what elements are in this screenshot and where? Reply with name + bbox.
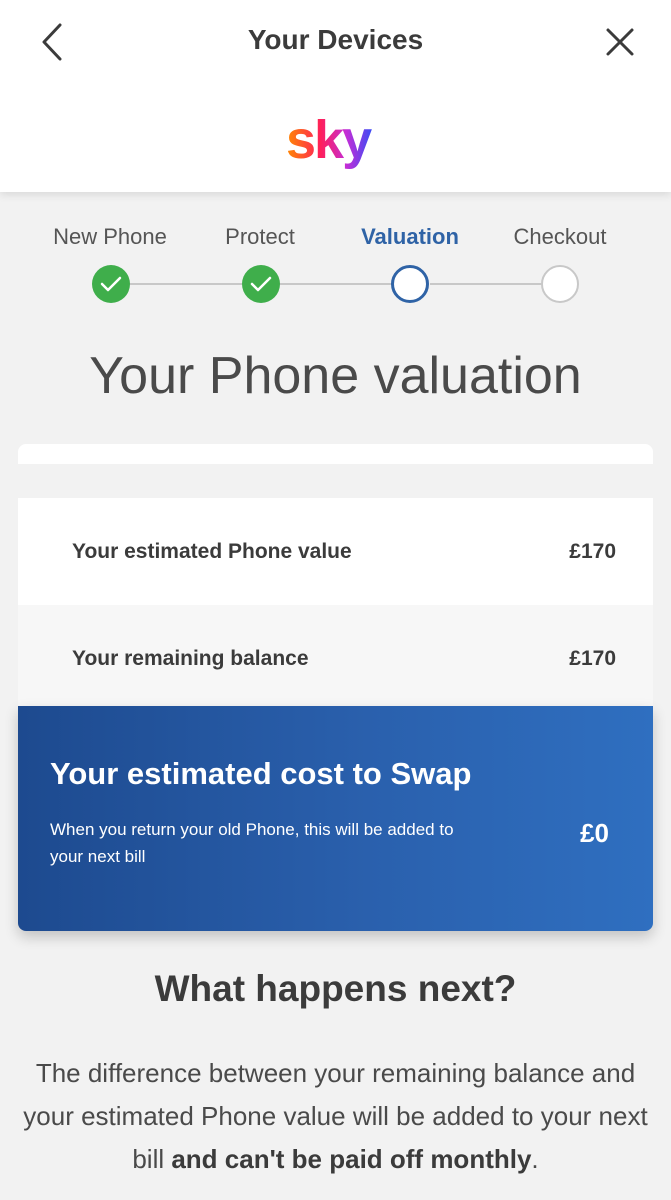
step-connector	[130, 283, 242, 285]
remaining-balance-amount: £170	[569, 646, 616, 670]
sky-logo: sky	[286, 110, 374, 170]
estimated-value-label: Your estimated Phone value	[72, 539, 352, 563]
what-happens-next-body: The difference between your remaining ba…	[20, 1052, 651, 1181]
step-valuation-current	[391, 265, 429, 303]
step-label-protect: Protect	[225, 224, 295, 249]
swap-cost-description: When you return your old Phone, this wil…	[50, 820, 454, 866]
checkmark-icon	[100, 276, 122, 292]
step-label-valuation: Valuation	[361, 224, 459, 249]
swap-cost-card: Your estimated cost to Swap When you ret…	[18, 706, 653, 931]
step-protect-done[interactable]	[242, 265, 280, 303]
swap-cost-amount: £0	[580, 818, 609, 848]
next-body-bold: and can't be paid off monthly	[171, 1144, 532, 1174]
header-title: Your Devices	[247, 24, 424, 55]
progress-stepper: New Phone Protect Valuation Checkout	[0, 192, 671, 322]
checkmark-icon	[250, 276, 272, 292]
step-label-checkout: Checkout	[513, 224, 607, 249]
step-label-new-phone: New Phone	[53, 224, 167, 249]
card-top-edge	[18, 444, 653, 464]
estimated-value-amount: £170	[569, 539, 616, 563]
remaining-balance-label: Your remaining balance	[72, 646, 309, 670]
step-connector	[430, 283, 542, 285]
remaining-balance-row: Your remaining balance £170	[18, 605, 653, 712]
next-body-end: .	[531, 1144, 539, 1174]
close-icon	[606, 28, 634, 56]
estimated-value-row: Your estimated Phone value £170	[18, 498, 653, 605]
app-header: Your Devices sky	[0, 0, 671, 192]
close-button[interactable]	[598, 20, 642, 64]
swap-cost-title: Your estimated cost to Swap	[50, 756, 472, 791]
what-happens-next-heading: What happens next?	[154, 968, 517, 1009]
step-connector	[280, 283, 392, 285]
page-title: Your Phone valuation	[89, 347, 582, 405]
svg-text:sky: sky	[286, 110, 372, 170]
step-checkout-future	[541, 265, 579, 303]
step-new-phone-done[interactable]	[92, 265, 130, 303]
